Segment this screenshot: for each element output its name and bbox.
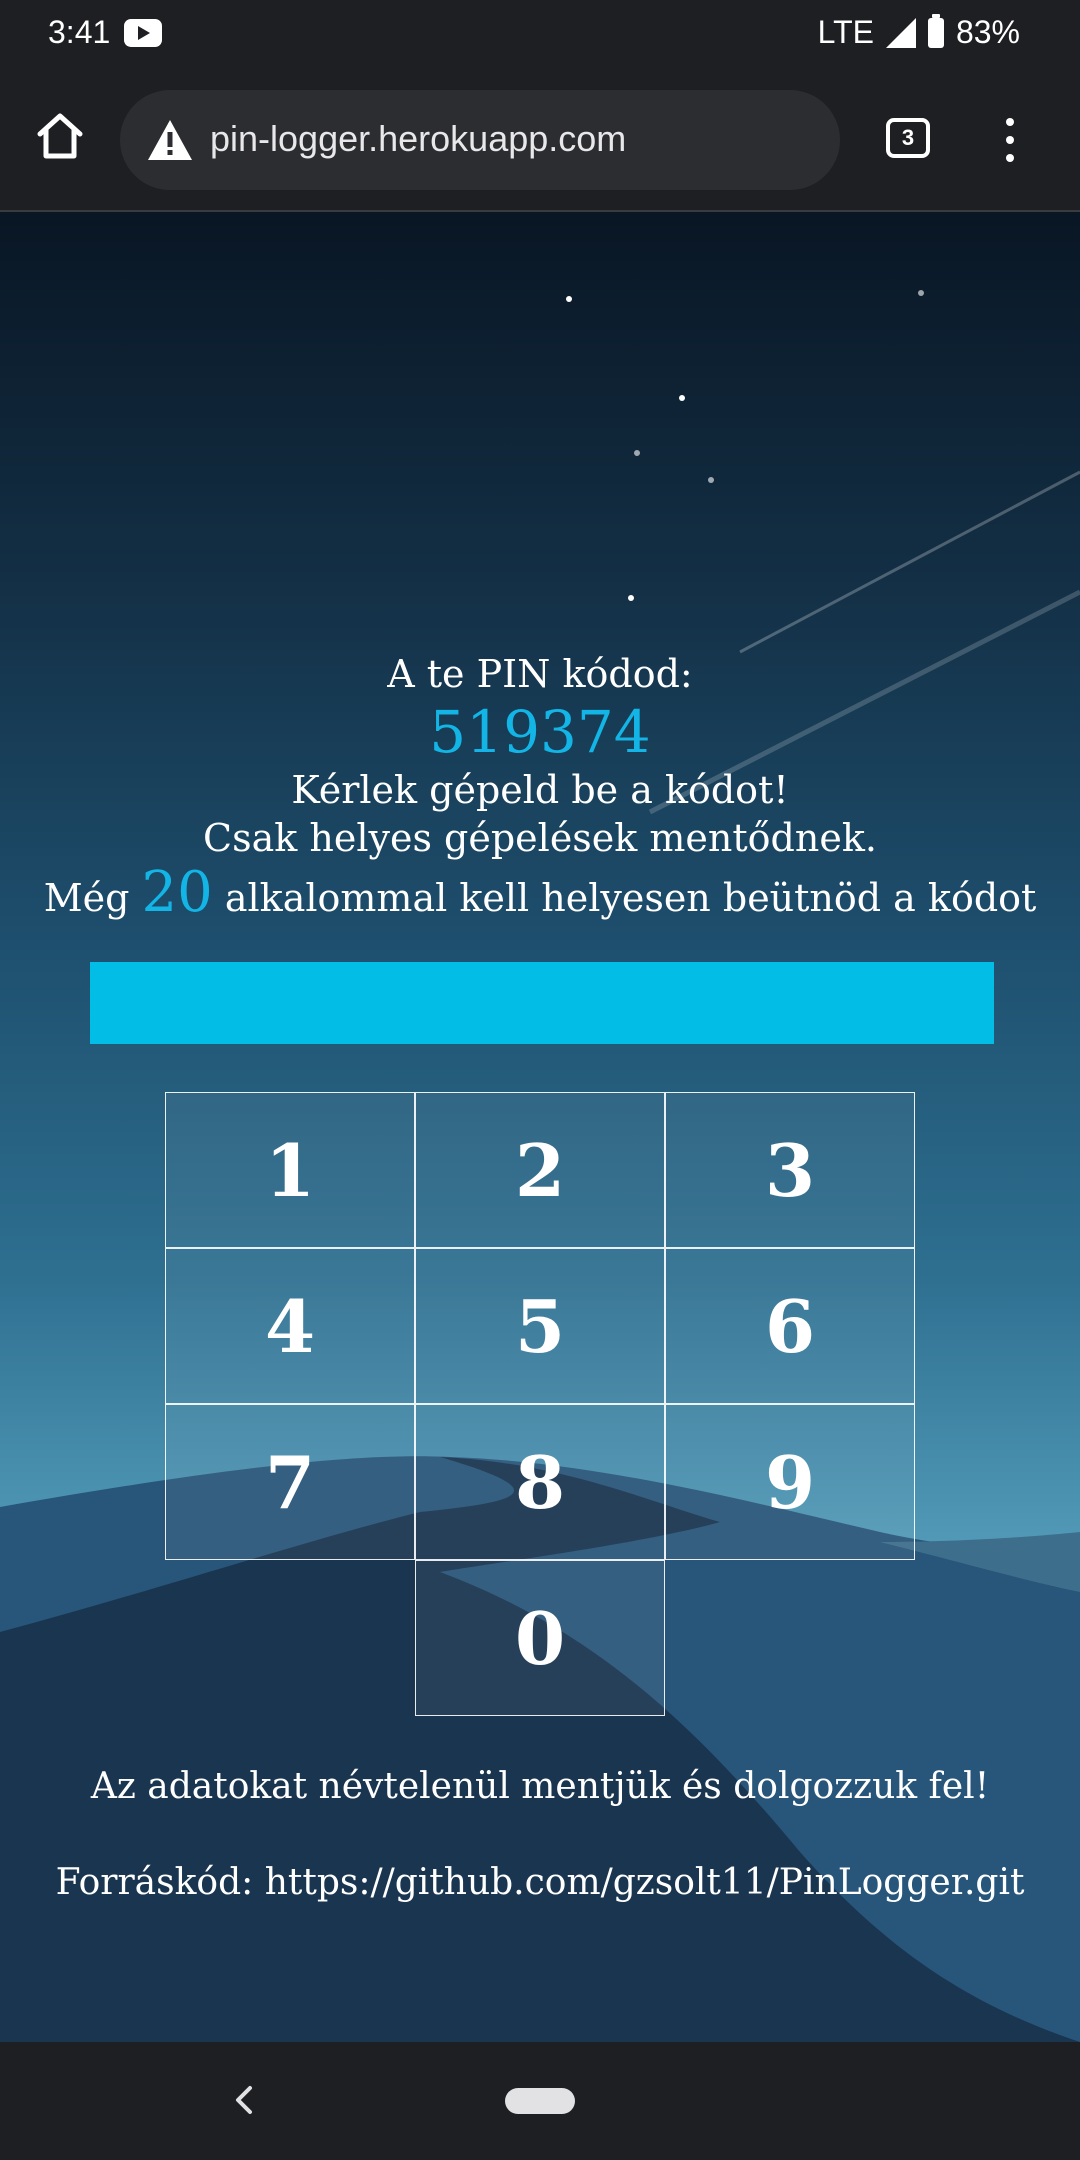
more-menu-icon[interactable] bbox=[1000, 118, 1020, 162]
address-bar[interactable]: pin-logger.herokuapp.com bbox=[120, 90, 840, 190]
star bbox=[628, 595, 634, 601]
key-2[interactable]: 2 bbox=[415, 1092, 665, 1248]
pin-input[interactable] bbox=[90, 962, 994, 1044]
star bbox=[679, 395, 685, 401]
page-content: A te PIN kódod: 519374 Kérlek gépeld be … bbox=[0, 212, 1080, 2042]
instruction-note: Csak helyes gépelések mentődnek. bbox=[203, 816, 877, 860]
key-9[interactable]: 9 bbox=[665, 1404, 915, 1560]
tabs-icon[interactable]: 3 bbox=[886, 118, 930, 158]
pin-code: 519374 bbox=[429, 698, 651, 766]
home-pill-icon[interactable] bbox=[505, 2088, 575, 2114]
home-icon[interactable] bbox=[32, 108, 88, 164]
remaining-prefix: Még bbox=[43, 876, 130, 920]
star bbox=[918, 290, 924, 296]
source-label: Forráskód: bbox=[55, 1862, 254, 1903]
source-link[interactable]: https://github.com/gzsolt11/PinLogger.gi… bbox=[265, 1862, 1025, 1903]
key-8[interactable]: 8 bbox=[415, 1404, 665, 1560]
key-6[interactable]: 6 bbox=[665, 1248, 915, 1404]
back-icon[interactable] bbox=[230, 2080, 260, 2120]
star bbox=[708, 477, 714, 483]
network-type: LTE bbox=[817, 14, 874, 50]
battery-icon bbox=[927, 13, 944, 48]
url-text[interactable]: pin-logger.herokuapp.com bbox=[210, 118, 626, 160]
warning-icon[interactable] bbox=[146, 118, 194, 162]
pin-label: A te PIN kódod: bbox=[387, 652, 693, 696]
source-line: Forráskód: https://github.com/gzsolt11/P… bbox=[0, 1862, 1080, 1903]
youtube-icon bbox=[124, 19, 162, 47]
status-time: 3:41 bbox=[48, 14, 111, 50]
key-1[interactable]: 1 bbox=[165, 1092, 415, 1248]
star bbox=[566, 296, 572, 302]
status-right: LTE 83% bbox=[817, 13, 1020, 51]
remaining-count: 20 bbox=[141, 860, 213, 925]
key-3[interactable]: 3 bbox=[665, 1092, 915, 1248]
signal-icon bbox=[885, 17, 916, 48]
status-bar: 3:41 LTE 83% bbox=[0, 0, 1080, 68]
remaining-suffix: alkalommal kell helyesen beütnöd a kódot bbox=[224, 876, 1037, 920]
key-4[interactable]: 4 bbox=[165, 1248, 415, 1404]
key-0[interactable]: 0 bbox=[415, 1560, 665, 1716]
privacy-note: Az adatokat névtelenül mentjük és dolgoz… bbox=[90, 1766, 990, 1807]
remaining-attempts: Még 20 alkalommal kell helyesen beütnöd … bbox=[0, 860, 1080, 925]
keypad: 1 2 3 4 5 6 7 8 9 0 bbox=[165, 1092, 915, 1716]
browser-toolbar: pin-logger.herokuapp.com 3 bbox=[0, 68, 1080, 212]
key-7[interactable]: 7 bbox=[165, 1404, 415, 1560]
instruction-text: Kérlek gépeld be a kódot! bbox=[291, 768, 789, 812]
battery-level: 83% bbox=[955, 14, 1020, 50]
key-5[interactable]: 5 bbox=[415, 1248, 665, 1404]
system-nav-bar bbox=[0, 2042, 1080, 2160]
star bbox=[634, 450, 640, 456]
